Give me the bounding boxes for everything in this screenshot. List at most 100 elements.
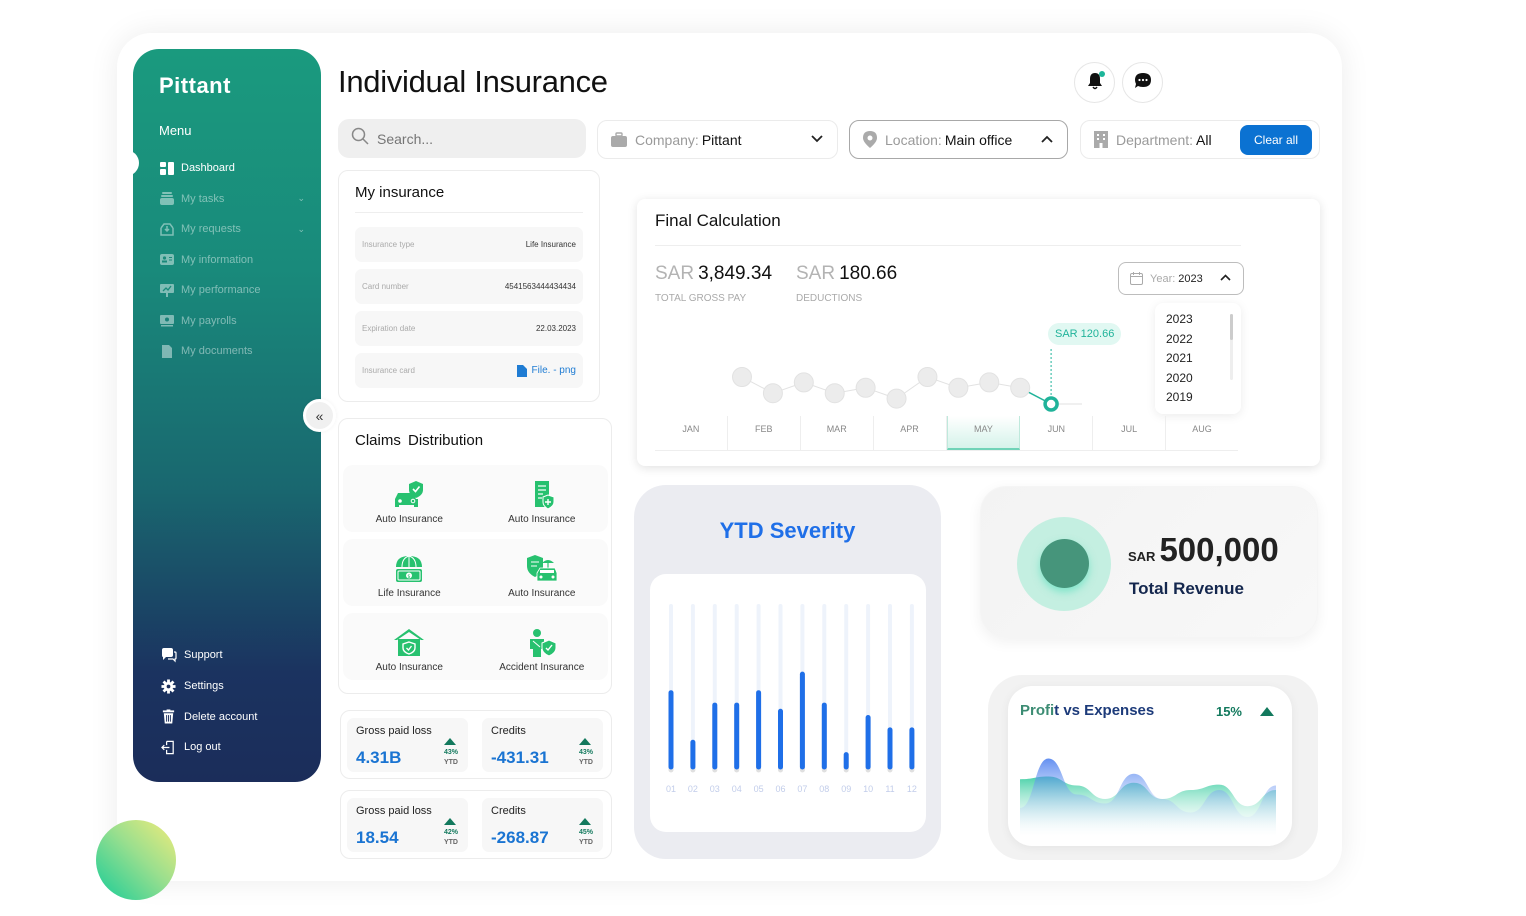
stat-credits: Credits -431.31 43% YTD	[482, 718, 603, 772]
stat-title: Gross paid loss	[356, 805, 432, 817]
total-revenue-card: SAR 500,000 Total Revenue	[980, 486, 1318, 638]
brand-logo[interactable]: Pittant	[159, 73, 231, 99]
sidebar-nav: Dashboard My tasks ⌄ My requests ⌄ My in…	[159, 153, 309, 367]
sidebar-item-label: Log out	[184, 741, 221, 754]
stat-title: Credits	[491, 725, 526, 737]
chevron-up-icon	[1041, 132, 1053, 146]
gross-pay-caption: TOTAL GROSS PAY	[655, 293, 747, 304]
data-point	[917, 367, 938, 387]
chevron-up-icon	[1220, 272, 1231, 284]
month-tick-jun[interactable]: JUN	[1020, 416, 1094, 450]
row-value: 22.03.2023	[535, 324, 576, 333]
sidebar-item-support[interactable]: Support	[161, 640, 311, 671]
department-filter[interactable]: Department: All Clear all	[1080, 120, 1320, 159]
row-value: Life Insurance	[525, 240, 576, 249]
claim-item[interactable]: Auto Insurance	[476, 539, 609, 606]
briefcase-icon	[611, 132, 627, 147]
decorative-gradient-circle	[96, 820, 176, 900]
bar-tick-label: 04	[732, 784, 742, 794]
row-label: Insurance type	[362, 240, 415, 249]
currency: SAR	[796, 263, 836, 284]
bar-tick-label: 02	[688, 784, 698, 794]
card-title: Profit vs Expenses	[1020, 702, 1155, 719]
sidebar-item-label: My requests	[181, 223, 241, 236]
claim-item[interactable]: $ Life Insurance	[343, 539, 476, 606]
data-point	[886, 388, 907, 409]
search-box[interactable]	[338, 119, 586, 158]
bar-tick-label: 03	[710, 784, 720, 794]
expiration-date-row: Expiration date 22.03.2023	[355, 311, 583, 346]
chevron-down-icon[interactable]: ⌄	[297, 224, 305, 235]
location-filter[interactable]: Location: Main office	[849, 120, 1068, 159]
insurance-type-row: Insurance type Life Insurance	[355, 227, 583, 262]
card-title: YTD Severity	[719, 518, 856, 543]
notifications-button[interactable]	[1074, 62, 1115, 103]
claim-label: Auto Insurance	[508, 588, 576, 599]
sidebar-item-delete-account[interactable]: Delete account	[161, 701, 311, 732]
sidebar-item-log-out[interactable]: Log out	[161, 732, 311, 763]
inbox-icon	[159, 223, 174, 236]
gear-icon	[161, 679, 177, 694]
year-dropdown: 2023 2022 2021 2020 2019	[1155, 303, 1241, 414]
sidebar-item-my-performance[interactable]: My performance	[159, 275, 309, 306]
month-tick-may[interactable]: MAY	[946, 416, 1021, 450]
claims-distribution-card: Claims Distribution Auto Insurance Auto …	[338, 418, 612, 694]
messages-button[interactable]	[1122, 62, 1163, 103]
trend-up-icon	[579, 818, 591, 825]
company-filter[interactable]: Company: Pittant	[597, 120, 838, 159]
umbrella-money-icon: $	[396, 555, 423, 582]
bar-tick-label: 12	[907, 784, 917, 794]
chevron-down-icon[interactable]: ⌄	[297, 193, 305, 204]
sidebar-item-my-tasks[interactable]: My tasks ⌄	[159, 184, 309, 215]
sidebar-item-label: Dashboard	[181, 162, 235, 175]
stat-credits: Credits -268.87 45% YTD	[482, 798, 603, 852]
divider	[655, 245, 1241, 246]
claim-item[interactable]: Auto Insurance	[343, 465, 476, 532]
card-number-row: Card number 4541563444434434	[355, 269, 583, 304]
month-tick-aug[interactable]: AUG	[1166, 416, 1238, 450]
insurance-card-file-link[interactable]: File. - png	[516, 364, 576, 377]
claims-row: Auto Insurance Accident Insurance	[343, 613, 608, 680]
sidebar-item-settings[interactable]: Settings	[161, 671, 311, 702]
month-tick-jul[interactable]: JUL	[1093, 416, 1167, 450]
claim-item[interactable]: Auto Insurance	[476, 465, 609, 532]
ytd-severity-card: YTD Severity 01 02 03 04 05 06 07 08 09 10 11 12	[634, 485, 941, 859]
scrollbar-thumb[interactable]	[1230, 314, 1233, 340]
sidebar-item-label: Support	[184, 649, 223, 662]
collapse-sidebar-button[interactable]: «	[303, 399, 336, 432]
sidebar-item-my-documents[interactable]: My documents	[159, 336, 309, 367]
revenue-dot-icon	[1040, 539, 1089, 588]
bar-tick-label: 11	[885, 784, 894, 794]
clear-all-button[interactable]: Clear all	[1240, 125, 1312, 155]
year-option[interactable]: 2019	[1166, 390, 1241, 410]
data-point	[855, 377, 876, 398]
currency: SAR	[1128, 549, 1156, 564]
month-tick-feb[interactable]: FEB	[728, 416, 801, 450]
claim-label: Life Insurance	[377, 588, 441, 599]
filter-label: Department:	[1116, 131, 1194, 148]
search-input[interactable]	[377, 130, 567, 147]
claim-item[interactable]: Auto Insurance	[343, 613, 476, 680]
claim-item[interactable]: Accident Insurance	[476, 613, 609, 680]
month-tick-apr[interactable]: APR	[874, 416, 947, 450]
person-shield-icon	[529, 629, 557, 657]
filter-value: All	[1196, 131, 1212, 148]
month-tick-jan[interactable]: JAN	[655, 416, 728, 450]
stat-change: 43% YTD	[443, 749, 458, 766]
data-point	[1010, 377, 1031, 398]
month-tick-mar[interactable]: MAR	[801, 416, 874, 450]
card-title: My insurance	[355, 184, 445, 201]
claim-label: Auto Insurance	[508, 514, 576, 525]
sidebar-item-dashboard[interactable]: Dashboard	[159, 153, 309, 184]
row-label: Expiration date	[362, 324, 416, 333]
trend-up-icon	[1260, 707, 1274, 716]
sidebar-item-my-requests[interactable]: My requests ⌄	[159, 214, 309, 245]
bar-tick-label: 08	[819, 784, 829, 794]
data-point	[793, 372, 814, 393]
bar-tick-label: 01	[666, 784, 676, 794]
sidebar-item-my-payrolls[interactable]: My payrolls	[159, 306, 309, 337]
sidebar-item-my-information[interactable]: My information	[159, 245, 309, 276]
year-select[interactable]: Year: 2023	[1118, 262, 1244, 295]
stat-gross-paid-loss: Gross paid loss 4.31B 43% YTD	[347, 718, 468, 772]
card-title: Claims Distribution	[355, 432, 484, 449]
